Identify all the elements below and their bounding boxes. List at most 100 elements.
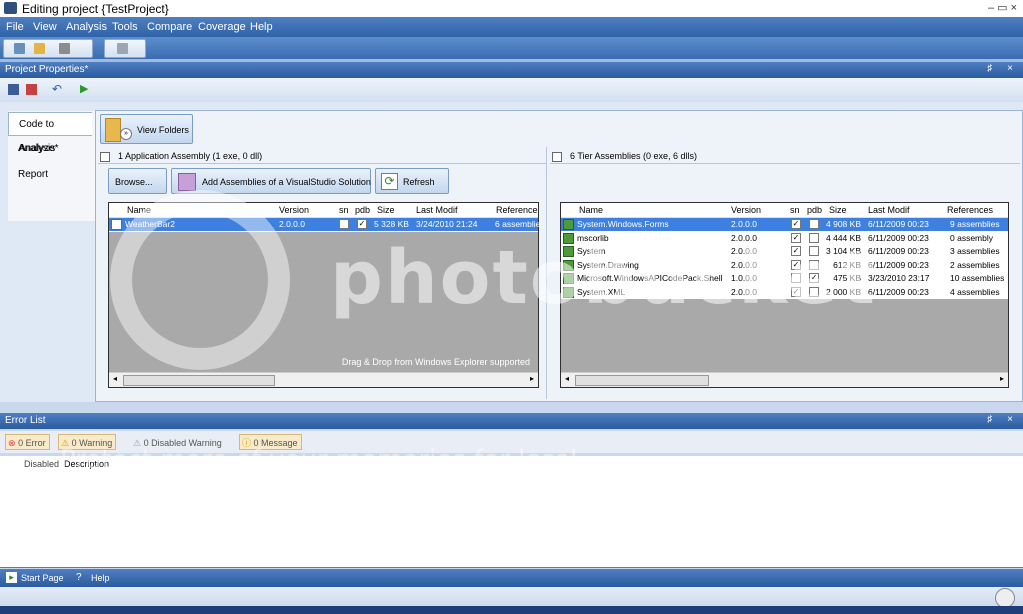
panel-controls[interactable]: ♯ × [987, 414, 1019, 425]
divider [550, 163, 1020, 164]
save-icon[interactable] [8, 84, 19, 95]
assembly-icon [563, 259, 574, 271]
divider [98, 163, 546, 164]
collapse-icon[interactable] [552, 151, 562, 162]
menu-coverage[interactable]: Coverage [198, 21, 246, 33]
window-controls[interactable]: – ▭ × [988, 1, 1017, 14]
taskbar [0, 606, 1023, 614]
horizontal-scrollbar[interactable]: ◂ ▸ [109, 372, 538, 387]
menu-tools[interactable]: Tools [112, 21, 138, 33]
panel-controls[interactable]: ♯ × [987, 63, 1019, 74]
save-as-icon[interactable] [26, 84, 37, 95]
col-references[interactable]: Reference [496, 205, 538, 215]
cell-name: System [577, 246, 606, 256]
project-toolbar: ↶ ▶ [0, 78, 1023, 103]
menu-analysis[interactable]: Analysis [66, 21, 107, 33]
table-row[interactable]: Microsoft.WindowsAPICodePack.Shell 1.0.0.… [561, 272, 1008, 285]
cell-version: 2.0.0.0 [731, 259, 757, 270]
tab-code-to-analyze[interactable]: Code to Analyze* [8, 112, 92, 154]
pdb-checkbox[interactable]: ✓ [357, 219, 367, 229]
document-icon[interactable] [117, 43, 128, 54]
menu-help[interactable]: Help [250, 21, 273, 33]
sn-checkbox[interactable] [339, 219, 349, 229]
menu-compare[interactable]: Compare [147, 21, 192, 33]
horizontal-scrollbar[interactable]: ◂ ▸ [561, 372, 1008, 387]
col-last-modif[interactable]: Last Modif [416, 205, 458, 215]
table-row[interactable]: WeatherBar2 2.0.0.0 ✓ 5 328 KB 3/24/2010… [109, 218, 540, 231]
empty-area [561, 299, 1008, 373]
pdb-checkbox[interactable]: ✓ [809, 273, 819, 283]
undo-icon[interactable]: ↶ [52, 82, 62, 96]
help-link[interactable]: Help [91, 573, 110, 583]
col-version[interactable]: Version [731, 205, 761, 215]
cell-last-modif: 6/11/2009 00:23 [868, 232, 929, 243]
scroll-thumb[interactable] [123, 375, 275, 386]
col-references[interactable]: References [947, 205, 993, 215]
col-name[interactable]: Name [127, 205, 151, 215]
open-project-icon[interactable] [34, 43, 45, 54]
sn-checkbox[interactable]: ✓ [791, 286, 801, 297]
pdb-checkbox[interactable] [809, 246, 819, 256]
table-row[interactable]: System 2.0.0.0 3 104 KB 6/11/2009 00:23 3 as… [561, 245, 1008, 258]
col-sn[interactable]: sn [339, 205, 349, 215]
cell-size: 4 444 KB [826, 232, 861, 243]
col-size[interactable]: Size [829, 205, 847, 215]
col-version[interactable]: Version [279, 205, 309, 215]
table-row[interactable]: System.Windows.Forms 2.0.0.0 4 908 KB 6/11/… [561, 218, 1008, 231]
table-row[interactable]: System.Drawing 2.0.0.0 612 KB 6/11/2009 00:… [561, 259, 1008, 272]
error-icon: ⊗ [8, 438, 16, 448]
cell-name: WeatherBar2 [125, 219, 175, 229]
error-list-body [0, 472, 1023, 568]
cell-size: 3 104 KB [826, 246, 861, 256]
cell-name: System.Drawing [577, 259, 639, 270]
col-disabled[interactable]: Disabled [24, 459, 59, 469]
new-project-icon[interactable] [14, 43, 25, 54]
col-last-modif[interactable]: Last Modif [868, 205, 910, 215]
grid-header: Name Version sn pdb Size Last Modif Refe… [109, 203, 538, 218]
scroll-thumb[interactable] [575, 375, 709, 386]
browse-button[interactable]: Browse... [108, 168, 167, 194]
col-pdb[interactable]: pdb [807, 205, 822, 215]
tab-analysis[interactable]: Analysis [8, 137, 92, 161]
collapse-icon[interactable] [100, 151, 110, 162]
tier-assemblies-header: 6 Tier Assemblies (0 exe, 6 dlls) [552, 151, 697, 162]
sn-checkbox[interactable]: ✓ [791, 246, 801, 256]
pdb-checkbox[interactable] [809, 232, 819, 243]
start-page-link[interactable]: Start Page [21, 573, 64, 583]
col-pdb[interactable]: pdb [355, 205, 370, 215]
scroll-right-icon[interactable]: ▸ [1000, 374, 1004, 383]
menu-file[interactable]: File [6, 21, 24, 33]
sn-checkbox[interactable] [791, 273, 801, 283]
gauge-icon[interactable] [995, 588, 1015, 608]
sn-checkbox[interactable]: ✓ [791, 219, 801, 229]
status-bar: ▸ Start Page ? Help [0, 569, 1023, 587]
col-name[interactable]: Name [579, 205, 603, 215]
scroll-left-icon[interactable]: ◂ [113, 374, 117, 383]
table-row[interactable]: mscorlib 2.0.0.0 4 444 KB 6/11/2009 00:23 0 … [561, 232, 1008, 245]
table-row[interactable]: System.XML 2.0.0.0 2 000 KB 6/11/2009 00:23… [561, 286, 1008, 299]
col-sn[interactable]: sn [790, 205, 800, 215]
panel-title: Project Properties* [5, 64, 89, 75]
application-assemblies-grid: Name Version sn pdb Size Last Modif Refe… [108, 202, 540, 388]
menu-view[interactable]: View [33, 21, 57, 33]
project-properties-header: Project Properties* ♯ × [0, 62, 1023, 78]
window-title-bar: Editing project {TestProject} – ▭ × [0, 0, 1023, 17]
errors-filter-button[interactable]: ⊗ 0 Error [5, 434, 50, 450]
cell-size: 612 KB [833, 259, 861, 270]
scroll-right-icon[interactable]: ▸ [530, 374, 534, 383]
col-size[interactable]: Size [377, 205, 395, 215]
scroll-left-icon[interactable]: ◂ [565, 374, 569, 383]
pdb-checkbox[interactable] [809, 286, 819, 297]
pdb-checkbox[interactable] [809, 219, 819, 229]
tab-report[interactable]: Report [8, 163, 92, 187]
drop-area[interactable]: Drag & Drop from Windows Explorer suppor… [109, 232, 538, 373]
pdb-checkbox[interactable] [809, 259, 819, 270]
cell-version: 1.0.0.0 [731, 273, 757, 283]
sn-checkbox[interactable]: ✓ [791, 259, 801, 270]
sn-checkbox[interactable]: ✓ [791, 232, 801, 243]
view-folders-button[interactable]: » View Folders [100, 114, 193, 144]
attach-icon[interactable] [59, 43, 70, 54]
add-vs-solution-button[interactable]: Add Assemblies of a VisualStudio Solutio… [171, 168, 371, 194]
refresh-button[interactable]: ⟳ Refresh [375, 168, 449, 194]
run-icon[interactable]: ▶ [80, 82, 88, 95]
